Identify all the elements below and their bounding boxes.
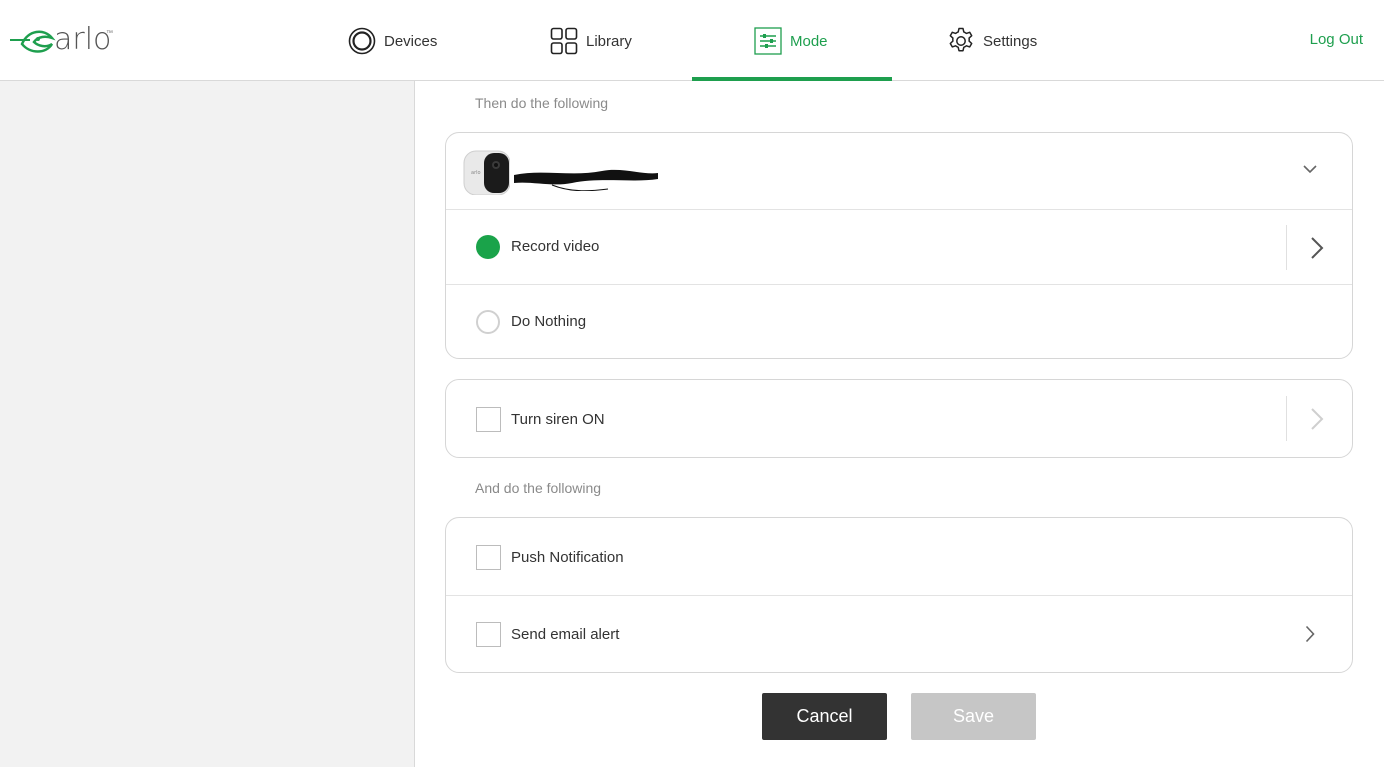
nav-settings-label: Settings <box>983 32 1038 50</box>
chevron-right-icon[interactable] <box>1310 407 1324 431</box>
redacted-camera-name <box>512 163 662 196</box>
row-divider <box>1286 396 1287 441</box>
mode-icon <box>754 27 782 55</box>
siren-row[interactable]: Turn siren ON <box>446 380 1352 457</box>
siren-card: Turn siren ON <box>445 379 1353 458</box>
camera-thumbnail: arlo <box>462 147 511 196</box>
and-section-label: And do the following <box>475 480 602 496</box>
nav-library[interactable]: Library <box>550 26 632 56</box>
option-do-nothing-row[interactable]: Do Nothing <box>446 285 1352 358</box>
do-nothing-radio[interactable] <box>476 310 500 334</box>
option-record-video-row[interactable]: Record video <box>446 210 1352 285</box>
alerts-card: Push Notification Send email alert <box>445 517 1353 673</box>
camera-action-card: arlo Record video Do Nothing <box>445 132 1353 359</box>
devices-icon <box>348 27 376 55</box>
save-button[interactable]: Save <box>911 693 1036 740</box>
do-nothing-label: Do Nothing <box>511 313 587 330</box>
cancel-button[interactable]: Cancel <box>762 693 887 740</box>
email-alert-label: Send email alert <box>511 626 620 643</box>
email-alert-checkbox[interactable] <box>476 622 501 647</box>
push-notification-checkbox[interactable] <box>476 545 501 570</box>
nav-mode[interactable]: Mode <box>754 26 828 56</box>
active-tab-indicator <box>692 77 892 81</box>
push-notification-row[interactable]: Push Notification <box>446 518 1352 596</box>
then-section-label: Then do the following <box>475 95 609 111</box>
row-divider <box>1286 225 1287 270</box>
logout-link[interactable]: Log Out <box>1310 31 1363 48</box>
library-icon <box>550 27 578 55</box>
svg-text:arlo: arlo <box>471 170 481 176</box>
chevron-down-icon[interactable] <box>1303 165 1317 175</box>
nav-library-label: Library <box>586 32 632 50</box>
camera-icon: arlo <box>463 150 511 196</box>
chevron-right-icon[interactable] <box>1310 236 1324 260</box>
logo-text: arlo <box>54 22 112 57</box>
siren-checkbox[interactable] <box>476 407 501 432</box>
email-alert-row[interactable]: Send email alert <box>446 596 1352 672</box>
nav-devices-label: Devices <box>384 32 438 50</box>
gear-icon <box>949 27 973 52</box>
nav-settings[interactable]: Settings <box>947 26 1037 56</box>
top-navigation-bar: arlo ™ Devices Library Mode Settings Log… <box>0 0 1384 81</box>
logo-trademark: ™ <box>106 30 113 37</box>
sidebar-panel <box>0 81 415 767</box>
record-video-label: Record video <box>511 238 600 255</box>
record-video-radio[interactable] <box>476 235 500 259</box>
push-notification-label: Push Notification <box>511 549 624 566</box>
chevron-right-icon[interactable] <box>1305 625 1315 643</box>
nav-mode-label: Mode <box>790 32 828 50</box>
camera-header-row[interactable]: arlo <box>446 133 1352 210</box>
siren-label: Turn siren ON <box>511 411 605 428</box>
nav-devices[interactable]: Devices <box>348 26 437 56</box>
